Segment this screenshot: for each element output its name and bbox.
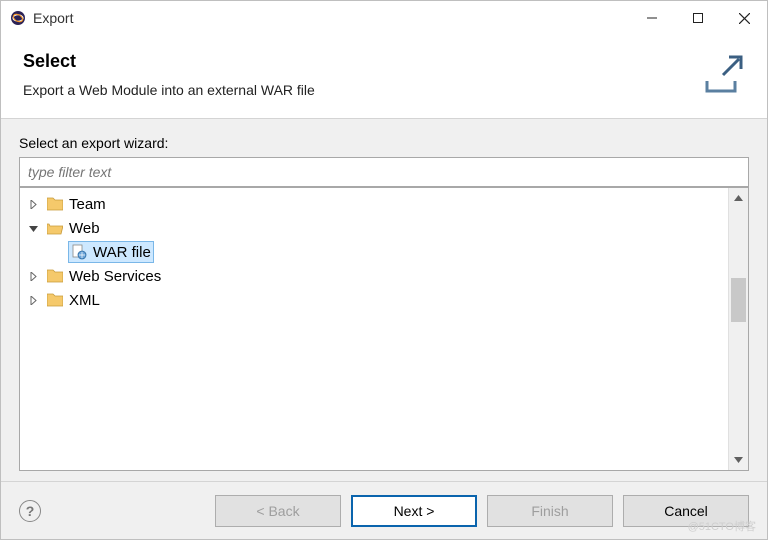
- wizard-body: Select an export wizard: Team: [1, 118, 767, 481]
- close-button[interactable]: [721, 2, 767, 34]
- window-title: Export: [33, 10, 629, 26]
- folder-icon: [47, 292, 65, 308]
- scroll-track[interactable]: [729, 208, 748, 450]
- chevron-down-icon[interactable]: [26, 221, 40, 235]
- tree-item-web-services[interactable]: Web Services: [22, 264, 726, 288]
- button-bar: ? < Back Next > Finish Cancel: [1, 481, 767, 539]
- minimize-button[interactable]: [629, 2, 675, 34]
- chevron-right-icon[interactable]: [26, 293, 40, 307]
- tree-item-web[interactable]: Web: [22, 216, 726, 240]
- window-controls: [629, 2, 767, 34]
- page-title: Select: [23, 51, 745, 72]
- wizard-tree[interactable]: Team Web: [20, 188, 728, 470]
- tree-item-label: WAR file: [93, 244, 151, 261]
- help-icon[interactable]: ?: [19, 500, 41, 522]
- page-description: Export a Web Module into an external WAR…: [23, 82, 745, 98]
- chevron-right-icon[interactable]: [26, 197, 40, 211]
- tree-item-team[interactable]: Team: [22, 192, 726, 216]
- scroll-up-icon[interactable]: [729, 188, 748, 208]
- tree-item-war-file[interactable]: WAR file: [22, 240, 726, 264]
- scroll-down-icon[interactable]: [729, 450, 748, 470]
- filter-input[interactable]: [19, 157, 749, 187]
- folder-icon: [47, 196, 65, 212]
- tree-item-label: Team: [69, 196, 106, 213]
- titlebar: Export: [1, 1, 767, 35]
- back-button[interactable]: < Back: [215, 495, 341, 527]
- folder-icon: [47, 268, 65, 284]
- wizard-header: Select Export a Web Module into an exter…: [1, 35, 767, 118]
- export-icon: [699, 51, 743, 95]
- maximize-button[interactable]: [675, 2, 721, 34]
- export-dialog: Export Select Export a Web Module into a…: [0, 0, 768, 540]
- next-button[interactable]: Next >: [351, 495, 477, 527]
- cancel-button[interactable]: Cancel: [623, 495, 749, 527]
- wizard-select-label: Select an export wizard:: [19, 135, 749, 151]
- folder-open-icon: [47, 220, 65, 236]
- tree-item-label: Web: [69, 220, 100, 237]
- finish-button[interactable]: Finish: [487, 495, 613, 527]
- eclipse-icon: [9, 9, 27, 27]
- tree-item-label: XML: [69, 292, 100, 309]
- chevron-right-icon[interactable]: [26, 269, 40, 283]
- war-file-icon: [71, 244, 89, 260]
- wizard-tree-container: Team Web: [19, 187, 749, 471]
- tree-item-xml[interactable]: XML: [22, 288, 726, 312]
- scrollbar-vertical[interactable]: [728, 188, 748, 470]
- scroll-thumb[interactable]: [731, 278, 746, 322]
- tree-item-label: Web Services: [69, 268, 161, 285]
